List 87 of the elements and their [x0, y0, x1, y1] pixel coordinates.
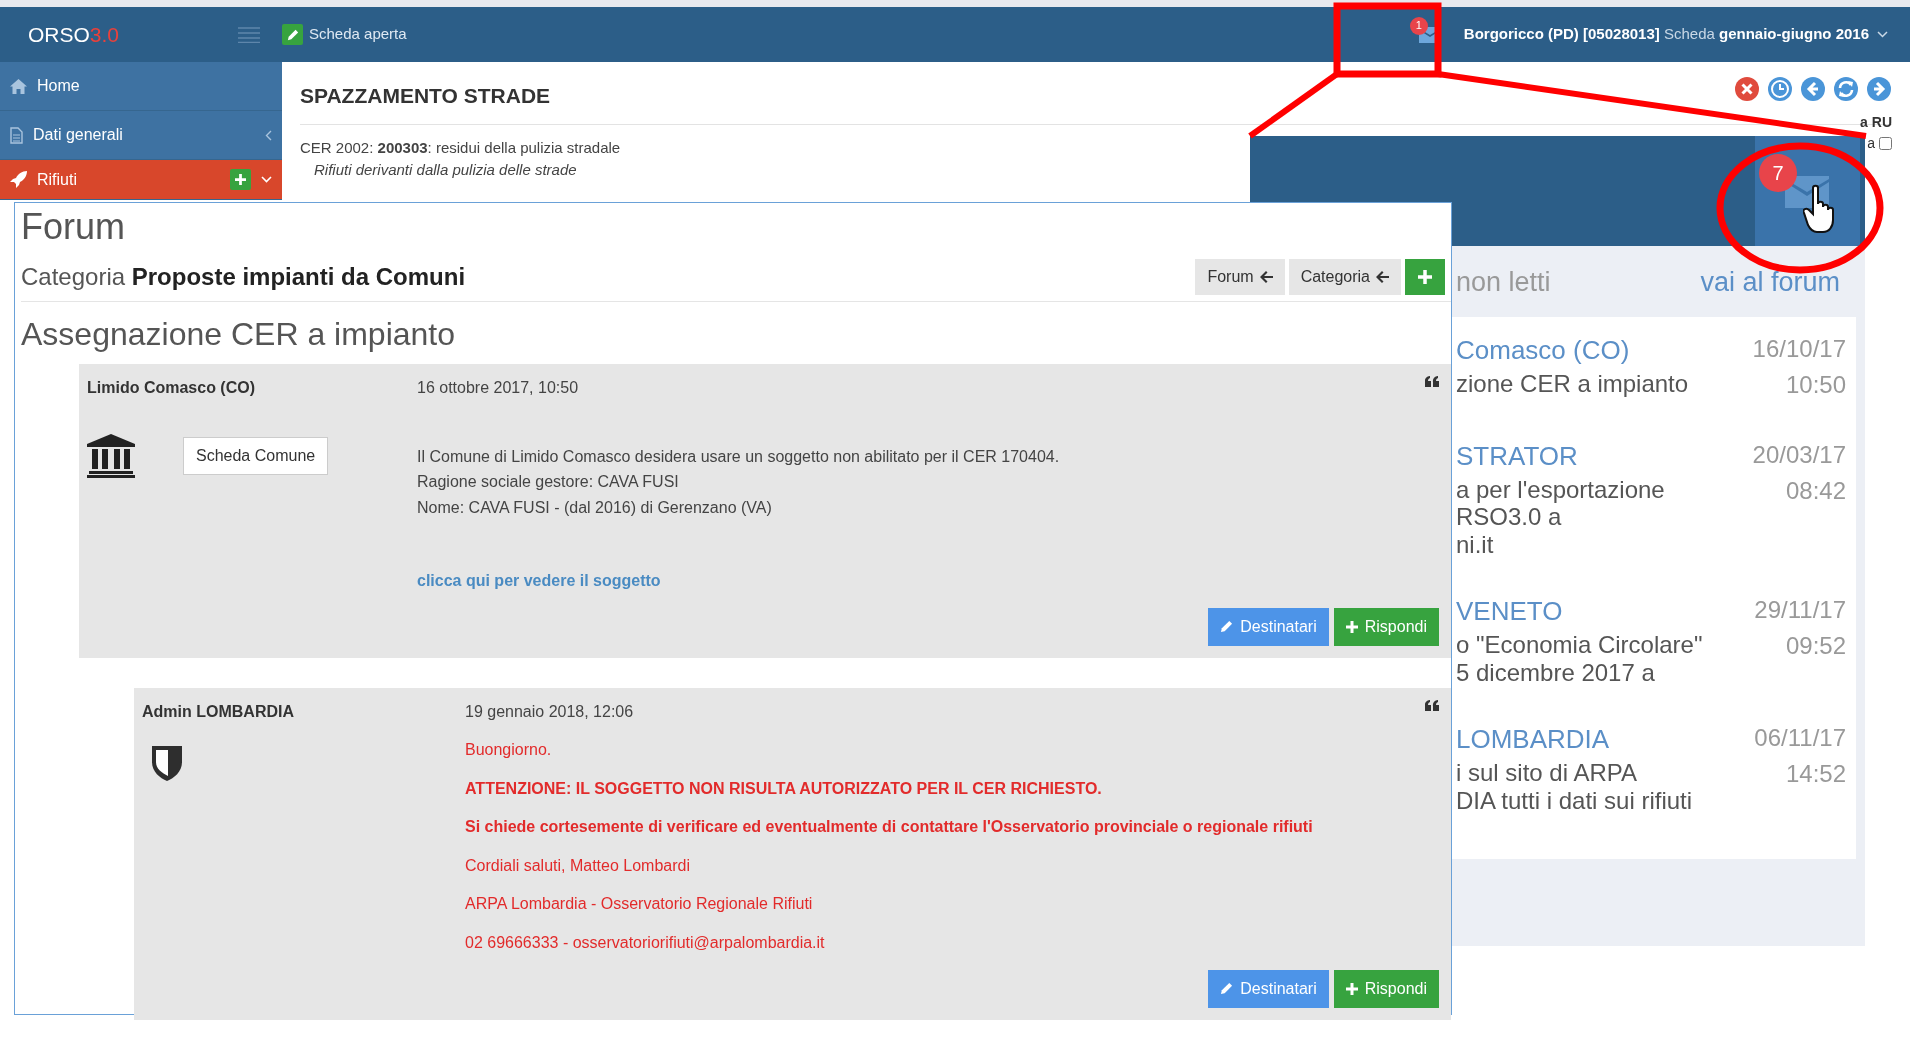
- message-subject: DIA tutti i dati sui rifiuti: [1456, 787, 1693, 815]
- rocket-icon: [10, 171, 27, 188]
- post-text: Il Comune di Limido Comasco desidera usare un soggetto non abilitato per il CER 170404.: [417, 446, 1061, 467]
- message-subject: 5 dicembre 2017 a: [1456, 658, 1656, 687]
- forum-link[interactable]: vai al forum: [1700, 262, 1840, 303]
- cer-line: CER 2002: 200303: residui della pulizia stradale: [300, 137, 622, 158]
- recipients-button[interactable]: Destinatari: [1208, 607, 1329, 646]
- message-subject: a per l'esportazione: [1456, 475, 1665, 504]
- home-icon: [10, 78, 27, 94]
- message-author: STRATOR: [1456, 439, 1579, 473]
- message-time: 09:52: [1784, 631, 1846, 662]
- cer-description: Rifiuti derivanti dalla pulizia delle strade: [313, 160, 578, 180]
- post-author: Limido Comasco (CO): [87, 377, 256, 398]
- topic-title: Assegnazione CER a impianto: [21, 314, 456, 354]
- forum-title: Forum: [21, 207, 126, 247]
- add-button[interactable]: [1405, 258, 1445, 295]
- notification-badge: 7: [1759, 154, 1797, 192]
- message-subject: i sul sito di ARPA: [1456, 759, 1638, 788]
- post-date: 19 gennaio 2018, 12:06: [465, 701, 634, 722]
- plus-icon: [1345, 982, 1358, 995]
- building-icon: [87, 433, 135, 478]
- post-link[interactable]: clicca qui per vedere il soggetto: [417, 568, 661, 594]
- quote-icon[interactable]: [1425, 699, 1439, 711]
- back-button[interactable]: Forum: [1195, 258, 1285, 295]
- edit-icon: [282, 24, 303, 45]
- message-subject: RSO3.0 a: [1456, 503, 1563, 531]
- message-date: 16/10/17: [1752, 333, 1846, 364]
- message-date: 06/11/17: [1754, 723, 1846, 754]
- unread-label: non letti: [1456, 266, 1551, 299]
- shield-icon: [150, 743, 184, 782]
- post-text: Ragione sociale gestore: CAVA FUSI: [417, 472, 680, 493]
- post-text: ATTENZIONE: IL SOGGETTO NON RISULTA AUTORIZZATO PER IL CER RICHIESTO.: [465, 778, 1103, 799]
- message-author: LOMBARDIA: [1456, 723, 1611, 757]
- post-author: Admin LOMBARDIA: [142, 701, 295, 722]
- app-logo: ORSO3.0: [28, 21, 120, 48]
- post-date: 16 ottobre 2017, 10:50: [417, 377, 579, 398]
- notification-badge: 1: [1409, 16, 1428, 35]
- plus-icon: [1345, 620, 1358, 633]
- arrow-left-icon[interactable]: [1800, 76, 1826, 102]
- message-date: 29/11/17: [1754, 595, 1846, 626]
- option-label: a: [1867, 134, 1875, 153]
- message-time: 08:42: [1784, 475, 1846, 506]
- sidebar-item[interactable]: Home: [0, 62, 282, 111]
- close-icon[interactable]: [1734, 76, 1760, 102]
- arrow-right-icon[interactable]: [1866, 76, 1892, 102]
- location-title[interactable]: Borgoricco (PD) [05028013] Scheda gennaio-giugno 2016: [1463, 23, 1869, 46]
- sidebar-item[interactable]: Dati generali: [0, 111, 282, 160]
- pencil-icon: [1220, 982, 1234, 996]
- post-text: Nome: CAVA FUSI - (dal 2016) di Gerenzano (VA): [417, 497, 773, 518]
- arrow-left-icon: [1259, 270, 1273, 283]
- post-text: ARPA Lombardia - Osservatorio Regionale Rifiuti: [465, 894, 814, 915]
- chevron-down-icon[interactable]: [1877, 31, 1888, 38]
- arrow-left-icon: [1376, 270, 1389, 283]
- recipients-button[interactable]: Destinatari: [1208, 969, 1329, 1008]
- add-button[interactable]: [230, 169, 251, 190]
- notifications-button[interactable]: 1: [1409, 14, 1450, 55]
- message-subject: o "Economia Circolare": [1456, 631, 1703, 659]
- refresh-icon[interactable]: [1833, 76, 1859, 102]
- section-label: a RU: [1860, 113, 1892, 132]
- message-author: VENETO: [1456, 595, 1564, 629]
- document-icon: [10, 126, 23, 144]
- quote-icon[interactable]: [1425, 375, 1439, 387]
- clock-icon[interactable]: [1767, 76, 1793, 102]
- category-title: Categoria Proposte impianti da Comuni: [21, 261, 466, 292]
- menu-icon[interactable]: [238, 26, 260, 43]
- message-date: 20/03/17: [1752, 439, 1846, 470]
- message-author: Comasco (CO): [1456, 333, 1631, 367]
- back-button[interactable]: Categoria: [1288, 258, 1401, 295]
- post-text: Buongiorno.: [465, 739, 553, 760]
- plus-icon: [235, 174, 246, 185]
- chevron-left-icon[interactable]: [265, 129, 272, 141]
- reply-button[interactable]: Rispondi: [1333, 969, 1439, 1008]
- pencil-icon: [1220, 620, 1234, 634]
- notifications-button[interactable]: 7: [1755, 136, 1860, 246]
- reply-button[interactable]: Rispondi: [1333, 607, 1439, 646]
- post-text: Cordiali saluti, Matteo Lombardi: [465, 855, 691, 876]
- sidebar-item[interactable]: Rifiuti: [0, 160, 282, 200]
- open-tab-label[interactable]: Scheda aperta: [309, 23, 407, 46]
- checkbox[interactable]: [1879, 137, 1892, 150]
- plus-icon: [1418, 269, 1432, 284]
- post-text: 02 69666333 - osservatoriorifiuti@arpalombardia.it: [465, 932, 826, 953]
- post-text: Si chiede cortesemente di verificare ed eventualmente di contattare l'Osservatorio provinciale o regionale rifiuti: [465, 817, 1314, 838]
- message-time: 14:52: [1784, 759, 1846, 790]
- message-time: 10:50: [1784, 369, 1846, 400]
- message-subject: zione CER a impianto: [1456, 369, 1689, 398]
- message-subject: ni.it: [1456, 530, 1495, 559]
- profile-button[interactable]: Scheda Comune: [183, 436, 329, 475]
